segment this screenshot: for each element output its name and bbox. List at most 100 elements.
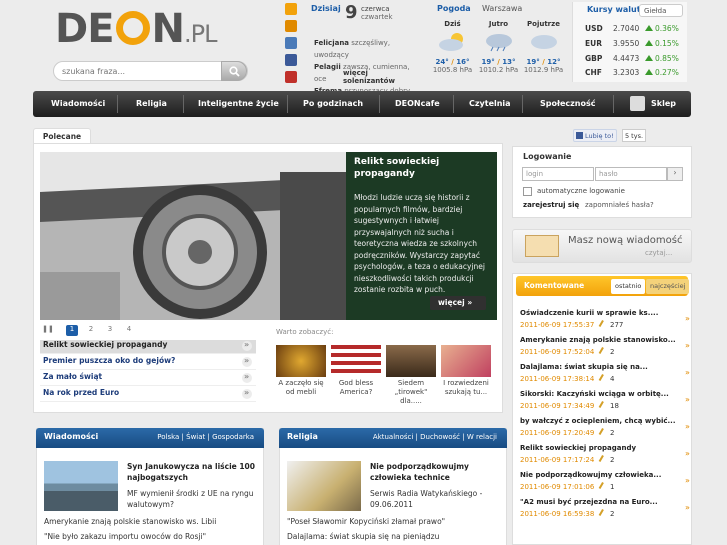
comment-item[interactable]: Relikt sowieckiej propagandy 2011-06-09 1… — [520, 444, 690, 471]
comment-item[interactable]: Dalajlama: świat skupia się na... 2011-06… — [520, 363, 690, 390]
home-icon[interactable] — [285, 20, 297, 32]
thumbnail-caption[interactable]: Siedem „tirowek" dla..... — [383, 379, 439, 406]
tab-najczesciej[interactable]: najczęściej — [646, 279, 690, 294]
today-month: czerwca — [361, 5, 390, 13]
comment-item[interactable]: Nie podporządkowujmy człowieka... 2011-06… — [520, 471, 690, 498]
pager-item[interactable]: 4 — [123, 325, 135, 336]
thumbnail[interactable] — [386, 345, 436, 377]
featured-more-button[interactable]: więcej » — [430, 296, 486, 310]
up-arrow-icon — [645, 40, 653, 46]
section-links[interactable]: Polska | Świat | Gospodarka — [157, 433, 254, 441]
more-names-link[interactable]: więcej solenizantów — [343, 69, 421, 85]
arrow-icon — [242, 356, 252, 367]
arrow-icon — [242, 388, 252, 399]
youtube-icon[interactable] — [285, 71, 297, 83]
search-button[interactable] — [221, 61, 247, 81]
nav-item-inteligentne-zycie[interactable]: Inteligentne życie — [198, 91, 279, 117]
comment-item[interactable]: Sikorski: Kaczyński wciąga w orbitę... 20… — [520, 390, 690, 417]
list-item[interactable]: Za mało świąt — [40, 372, 256, 386]
pencil-icon — [598, 427, 608, 438]
religion-line[interactable]: "Poseł Sławomir Kopyciński złamał prawo" — [287, 517, 512, 526]
comment-item[interactable]: Amerykanie znają polskie stanowisko... 20… — [520, 336, 690, 363]
weather-widget: Pogoda Warszawa Dziś 24° / 16° 1005.8 hP… — [428, 2, 566, 82]
news-headline[interactable]: Syn Janukowycza na liście 100 najbogatsz… — [127, 461, 267, 483]
weather-city[interactable]: Warszawa — [482, 4, 522, 13]
comment-item[interactable]: by wałczyć z ociepleniem, chcą wybić... 2… — [520, 417, 690, 444]
login-input[interactable]: login — [522, 167, 594, 181]
pager-item[interactable]: 1 — [66, 325, 78, 336]
currency-widget: Kursy walut Giełda USD 2.7040 0.36% EUR 3.9… — [572, 2, 687, 82]
like-label: Lubię to! — [585, 132, 614, 140]
section-title[interactable]: Wiadomości — [44, 432, 98, 441]
thumbnail-caption[interactable]: I rozwiedzeni szukają tu... — [438, 379, 494, 397]
nav-item-czytelnia[interactable]: Czytelnia — [469, 91, 511, 117]
mail-icon[interactable] — [285, 37, 297, 49]
nav-item-po-godzinach[interactable]: Po godzinach — [303, 91, 363, 117]
thumbnail[interactable] — [331, 345, 381, 377]
thumbnail[interactable] — [276, 345, 326, 377]
envelope-icon — [525, 235, 559, 257]
auto-login-checkbox[interactable] — [523, 187, 532, 196]
register-link[interactable]: zarejestruj się — [523, 201, 579, 209]
nav-item-wiadomosci[interactable]: Wiadomości — [51, 91, 105, 117]
logo-ring-icon — [115, 11, 150, 45]
list-item[interactable]: Na rok przed Euro — [40, 388, 256, 402]
cloud-icon — [530, 35, 557, 49]
arrow-icon: » — [685, 449, 690, 458]
thumbnail[interactable] — [441, 345, 491, 377]
list-item[interactable]: Premier puszcza oko do gejów? — [40, 356, 256, 370]
search-box — [53, 61, 248, 81]
facebook-icon[interactable] — [285, 54, 297, 66]
see-also-label: Warto zobaczyć: — [276, 328, 334, 336]
rss-icon[interactable] — [285, 3, 297, 15]
comment-item[interactable]: "A2 musi być przejezdna na Euro... 2011-0… — [520, 498, 690, 525]
arrow-icon: » — [685, 341, 690, 350]
nav-item-spolecznosc[interactable]: Społeczność — [540, 91, 595, 117]
section-title[interactable]: Religia — [287, 432, 318, 441]
list-item[interactable]: Relikt sowieckiej propagandy — [40, 340, 256, 354]
nav-item-deoncafe[interactable]: DEONcafe — [395, 91, 440, 117]
featured-text-box: Relikt sowieckiej propagandy Młodzi ludz… — [346, 152, 497, 320]
message-box[interactable]: Masz nową wiadomość czytaj... — [512, 229, 692, 263]
religion-headline[interactable]: Nie podporządkowujmy człowieka technice — [370, 461, 510, 483]
stock-tab[interactable]: Giełda — [639, 4, 683, 17]
section-links[interactable]: Aktualności | Duchowość | W relacji — [373, 433, 497, 441]
weather-day: Pojutrze 19° / 12° 1012.9 hPa — [523, 20, 564, 74]
religion-image[interactable] — [287, 461, 361, 511]
login-submit-button[interactable]: › — [667, 167, 683, 181]
pager-item[interactable]: 2 — [85, 325, 97, 336]
nav-item-religia[interactable]: Religia — [136, 91, 167, 117]
pencil-icon — [598, 481, 608, 492]
pencil-icon — [598, 454, 608, 465]
news-line[interactable]: Amerykanie znają polskie stanowisko ws. … — [44, 517, 269, 526]
thumbnail-caption[interactable]: A zaczęło się od mebli — [273, 379, 329, 397]
site-logo[interactable]: DE N.PL — [55, 6, 218, 52]
pager-item[interactable]: 3 — [104, 325, 116, 336]
facebook-like-button[interactable]: Lubię to! — [573, 129, 617, 142]
message-read-link[interactable]: czytaj... — [645, 249, 672, 257]
today-weekday: czwartek — [361, 13, 393, 21]
password-input[interactable]: hasło — [595, 167, 667, 181]
news-sub-link[interactable]: MF wymienił środki z UE na ryngu walutow… — [127, 488, 257, 510]
featured-image[interactable] — [40, 152, 346, 320]
news-line[interactable]: "Nie było zakazu importu owoców do Rosji… — [44, 532, 269, 541]
currency-title[interactable]: Kursy walut — [587, 5, 641, 14]
comment-item[interactable]: Oświadczenie kurii w sprawie ks.... 2011-… — [520, 309, 690, 336]
search-input[interactable] — [62, 65, 222, 78]
tab-polecane[interactable]: Polecane — [33, 128, 91, 144]
currency-row: USD 2.7040 0.36% — [585, 24, 679, 33]
like-count: 5 tys. — [622, 129, 646, 142]
page: DEN.PL Dzisiaj 9 czerwca czwartek Felicj… — [0, 0, 727, 545]
nav-item-sklep[interactable]: Sklep — [651, 91, 676, 117]
tab-ostatnio[interactable]: ostatnio — [611, 279, 646, 294]
thumbnail-caption[interactable]: God bless America? — [328, 379, 384, 397]
forgot-password-link[interactable]: zapomniałeś hasła? — [585, 201, 654, 209]
religion-line[interactable]: Dalajlama: świat skupia się na pieniądzu — [287, 532, 512, 541]
name-day-item: Felicjana szczęśliwy, uwodzący — [314, 39, 391, 59]
currency-row: CHF 3.2303 0.27% — [585, 68, 679, 77]
religion-sub-link[interactable]: Serwis Radia Watykańskiego - 09.06.2011 — [370, 488, 500, 510]
pause-icon[interactable]: ❚❚ — [42, 325, 54, 336]
news-image[interactable] — [44, 461, 118, 511]
facebook-icon — [576, 132, 583, 139]
featured-title[interactable]: Relikt sowieckiej propagandy — [354, 156, 492, 180]
